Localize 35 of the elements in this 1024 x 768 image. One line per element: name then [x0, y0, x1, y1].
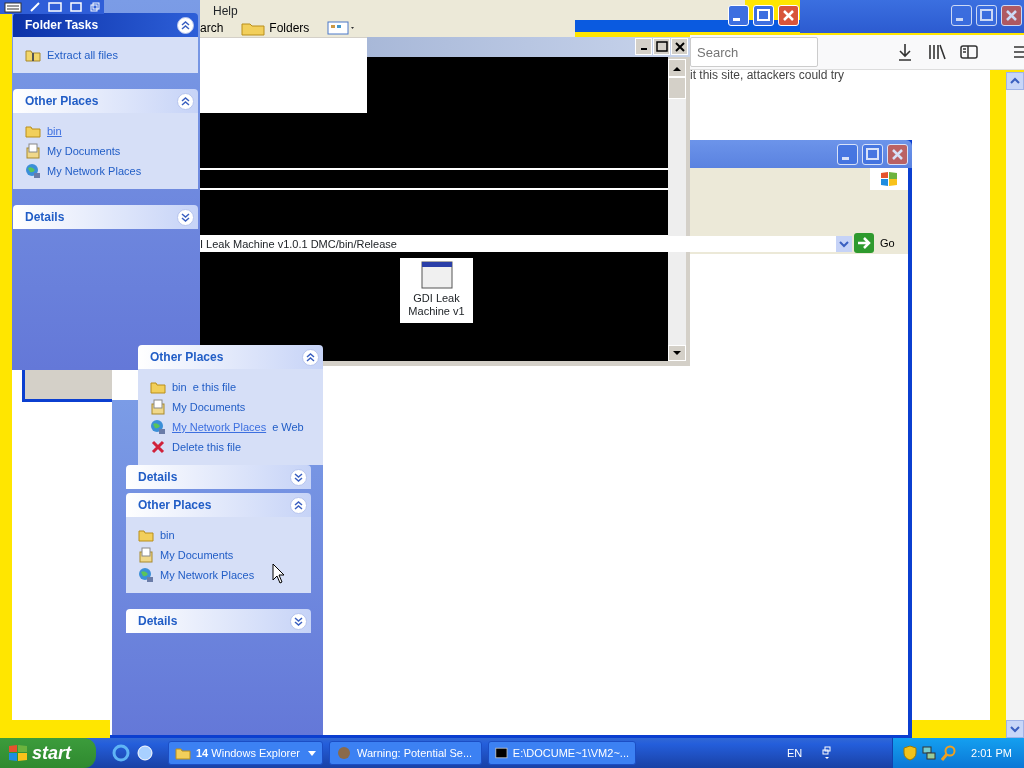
language-indicator[interactable]: EN [787, 744, 803, 762]
taskbar-button[interactable]: Warning: Potential Se... [329, 741, 482, 765]
place-link[interactable]: bin [172, 378, 187, 396]
start-button[interactable]: start [0, 738, 96, 768]
place-link[interactable]: My Network Places [160, 566, 255, 584]
section-title: Details [138, 613, 178, 630]
toolbar-button[interactable]: Folders [241, 19, 310, 37]
place-link[interactable]: bin [160, 526, 175, 544]
section-title: Details [138, 469, 178, 486]
go-button[interactable]: Go [854, 233, 895, 253]
place-link[interactable]: My Documents [172, 398, 246, 416]
address-field[interactable]: I Leak Machine v1.0.1 DMC/bin/Release [200, 236, 852, 252]
section-title: Other Places [25, 93, 99, 110]
place-link[interactable]: Extract all files [47, 46, 118, 64]
section-title: Details [25, 209, 65, 226]
menu-item[interactable]: Help [213, 2, 238, 20]
toolbar-button[interactable]: arch [200, 19, 224, 37]
page-text: it this site, attackers could try [690, 67, 845, 84]
section-title: Other Places [138, 497, 212, 514]
section-title: Other Places [150, 349, 224, 366]
place-link[interactable]: My Network Places [172, 418, 267, 436]
place-link[interactable]: My Documents [160, 546, 234, 564]
place-link[interactable]: Delete this file [172, 438, 242, 456]
place-link[interactable]: My Documents [47, 142, 121, 160]
section-title: Folder Tasks [25, 17, 99, 34]
taskbar-button[interactable]: 14 Windows Explorer [168, 741, 323, 765]
place-link[interactable]: My Network Places [47, 162, 142, 180]
task-link[interactable]: e this file [192, 378, 237, 396]
file-icon-tile[interactable]: GDI Leak Machine v1 [400, 258, 473, 323]
task-link[interactable]: e Web [272, 418, 304, 436]
taskbar-button[interactable]: E:\DOCUME~1\VM2~... [488, 741, 636, 765]
place-link[interactable]: bin [47, 122, 62, 140]
file-label: GDI Leak Machine v1 [407, 292, 466, 318]
search-field[interactable]: Search [690, 37, 818, 67]
clock: 2:01 PM [971, 745, 1012, 761]
